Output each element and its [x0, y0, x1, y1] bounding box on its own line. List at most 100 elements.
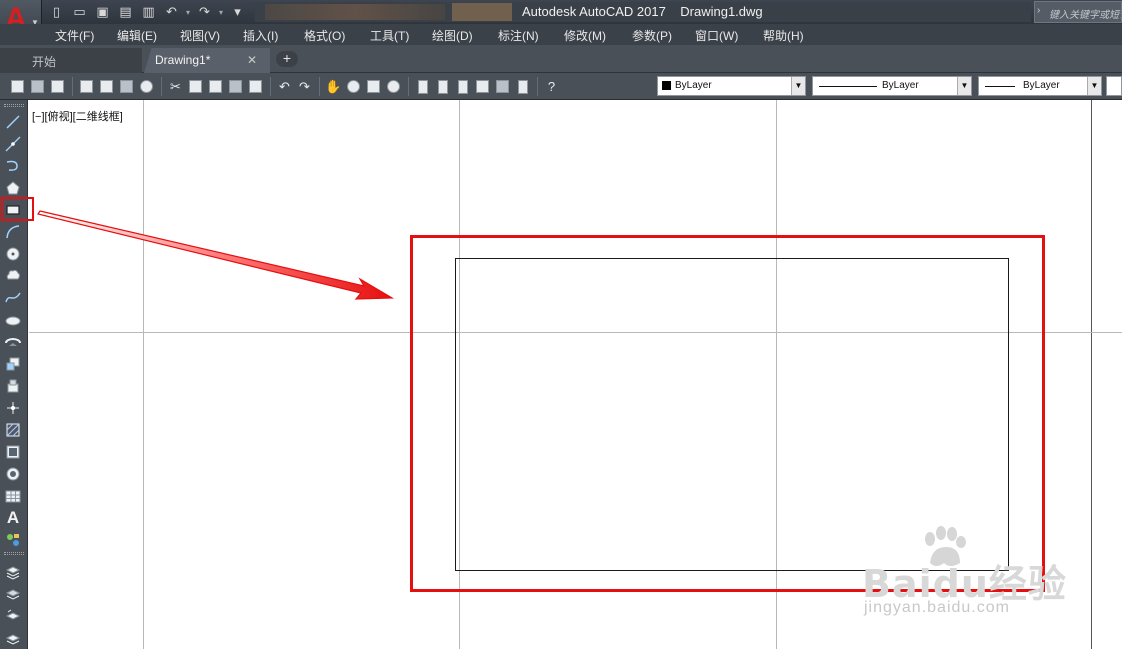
- menu-parametric[interactable]: 参数(P): [632, 27, 672, 44]
- pan-icon[interactable]: ✋: [324, 77, 343, 96]
- tab-label: Drawing1*: [155, 53, 211, 67]
- new-icon[interactable]: [8, 77, 27, 96]
- lineweight-dropdown[interactable]: ByLayer ▼: [978, 76, 1102, 96]
- undo-icon[interactable]: ↶: [161, 2, 182, 22]
- close-icon[interactable]: ✕: [247, 53, 257, 67]
- paste-icon[interactable]: [206, 77, 225, 96]
- open-icon[interactable]: [28, 77, 47, 96]
- arc-icon[interactable]: [5, 224, 21, 240]
- color-swatch: [662, 81, 671, 90]
- new-icon[interactable]: ▯: [46, 2, 67, 22]
- tab-label: 开始: [32, 55, 57, 69]
- 3d-print-icon[interactable]: [137, 77, 156, 96]
- plot-style-dropdown[interactable]: [1106, 76, 1122, 96]
- color-dropdown[interactable]: ByLayer ▼: [657, 76, 806, 96]
- file-tab-bar: 开始 Drawing1* ✕: [0, 45, 1122, 73]
- chevron-down-icon: ▼: [957, 77, 971, 95]
- line-icon[interactable]: [5, 114, 21, 130]
- layer-previous-icon[interactable]: [5, 608, 21, 624]
- add-selected-icon[interactable]: [5, 532, 21, 548]
- menu-format[interactable]: 格式(O): [304, 27, 345, 44]
- redo-icon[interactable]: ↷: [295, 77, 314, 96]
- menu-window[interactable]: 窗口(W): [695, 27, 738, 44]
- zoom-realtime-icon[interactable]: [344, 77, 363, 96]
- new-tab-button[interactable]: +: [276, 51, 298, 67]
- layer-state-icon[interactable]: [5, 586, 21, 602]
- gradient-icon[interactable]: [5, 444, 21, 460]
- hatch-icon[interactable]: [5, 422, 21, 438]
- tool-palettes-icon[interactable]: [453, 77, 472, 96]
- markup-icon[interactable]: [493, 77, 512, 96]
- sheet-set-icon[interactable]: [473, 77, 492, 96]
- polyline-icon[interactable]: [5, 158, 21, 174]
- plot-preview-icon[interactable]: [97, 77, 116, 96]
- grid-line: [1091, 100, 1092, 649]
- ellipse-icon[interactable]: [5, 312, 21, 328]
- plot-icon[interactable]: [77, 77, 96, 96]
- color-value: ByLayer: [675, 80, 712, 91]
- linetype-dropdown[interactable]: ByLayer ▼: [812, 76, 972, 96]
- help-icon[interactable]: ?: [542, 77, 561, 96]
- menu-draw[interactable]: 绘图(D): [432, 27, 473, 44]
- print-icon[interactable]: ▥: [138, 2, 159, 22]
- linetype-value: ByLayer: [882, 80, 919, 91]
- table-icon[interactable]: [5, 488, 21, 504]
- menu-insert[interactable]: 插入(I): [243, 27, 278, 44]
- design-center-icon[interactable]: [433, 77, 452, 96]
- point-icon[interactable]: [5, 400, 21, 416]
- linetype-sample: [819, 86, 877, 87]
- circle-icon[interactable]: [5, 246, 21, 262]
- insert-block-icon[interactable]: [5, 356, 21, 372]
- multiline-text-icon[interactable]: A: [5, 508, 21, 527]
- menu-edit[interactable]: 编辑(E): [117, 27, 157, 44]
- zoom-previous-icon[interactable]: [384, 77, 403, 96]
- zoom-window-icon[interactable]: [364, 77, 383, 96]
- publish-icon[interactable]: [117, 77, 136, 96]
- save-icon[interactable]: ▣: [92, 2, 113, 22]
- blurred-area: [265, 4, 445, 20]
- calculator-icon[interactable]: [513, 77, 532, 96]
- toolbar-grip[interactable]: [4, 552, 24, 555]
- menu-help[interactable]: 帮助(H): [763, 27, 804, 44]
- menu-dimension[interactable]: 标注(N): [498, 27, 539, 44]
- customize-dropdown-icon[interactable]: ▾: [227, 2, 248, 22]
- tab-start[interactable]: 开始: [0, 48, 142, 73]
- undo-dropdown-icon[interactable]: ▾: [184, 4, 192, 20]
- redo-dropdown-icon[interactable]: ▾: [217, 4, 225, 20]
- revision-cloud-icon[interactable]: [5, 268, 21, 284]
- rectangle-tool-highlight: [1, 197, 34, 221]
- menu-file[interactable]: 文件(F): [55, 27, 94, 44]
- menu-modify[interactable]: 修改(M): [564, 27, 606, 44]
- construction-line-icon[interactable]: [5, 136, 21, 152]
- properties-icon[interactable]: [413, 77, 432, 96]
- open-icon[interactable]: ▭: [69, 2, 90, 22]
- layer-isolate-icon[interactable]: [5, 630, 21, 646]
- save-icon[interactable]: [48, 77, 67, 96]
- viewport-controls[interactable]: [−][俯视][二维线框]: [32, 108, 123, 124]
- toolbar-grip[interactable]: [4, 104, 24, 107]
- match-properties-icon[interactable]: [226, 77, 245, 96]
- polygon-icon[interactable]: [5, 180, 21, 196]
- undo-icon[interactable]: ↶: [275, 77, 294, 96]
- copy-icon[interactable]: [186, 77, 205, 96]
- menu-tools[interactable]: 工具(T): [370, 27, 409, 44]
- region-icon[interactable]: [5, 466, 21, 482]
- ellipse-arc-icon[interactable]: [5, 334, 21, 350]
- menu-view[interactable]: 视图(V): [180, 27, 220, 44]
- redo-icon[interactable]: ↷: [194, 2, 215, 22]
- lineweight-value: ByLayer: [1023, 80, 1060, 91]
- quick-access-toolbar: ▯ ▭ ▣ ▤ ▥ ↶ ▾ ↷ ▾ ▾: [46, 1, 248, 23]
- make-block-icon[interactable]: [5, 378, 21, 394]
- tab-drawing1[interactable]: Drawing1* ✕: [144, 48, 270, 73]
- lineweight-sample: [985, 86, 1015, 87]
- spline-icon[interactable]: [5, 290, 21, 306]
- cut-icon[interactable]: ✂: [166, 77, 185, 96]
- save-as-icon[interactable]: ▤: [115, 2, 136, 22]
- block-editor-icon[interactable]: [246, 77, 265, 96]
- search-input[interactable]: › 键入关键字或短语: [1034, 1, 1122, 23]
- layer-properties-icon[interactable]: [5, 564, 21, 580]
- chevron-down-icon: ▼: [791, 77, 805, 95]
- chevron-down-icon: ▼: [1087, 77, 1101, 95]
- title-bar: ▯ ▭ ▣ ▤ ▥ ↶ ▾ ↷ ▾ ▾ Autodesk AutoCAD 201…: [0, 0, 1122, 24]
- watermark: Baidu经验 jingyan.baidu.com: [862, 525, 1082, 649]
